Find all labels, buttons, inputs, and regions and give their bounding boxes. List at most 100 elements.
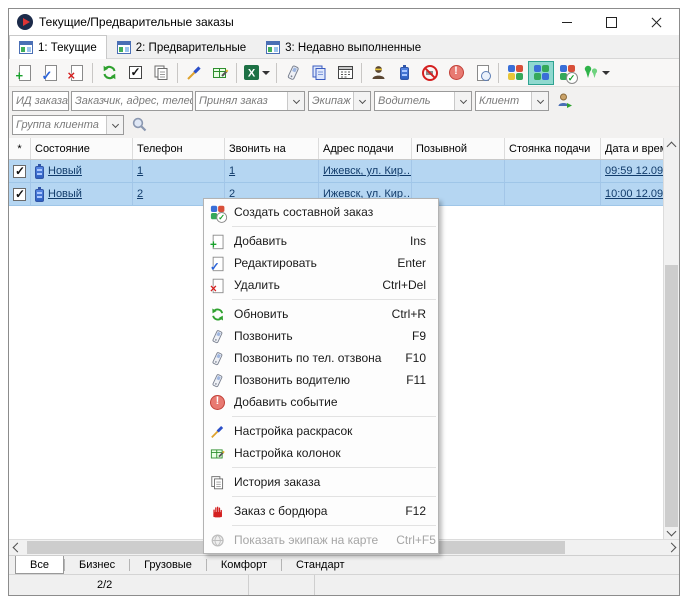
composite-order-button[interactable] [554,61,580,85]
scroll-up-button[interactable] [664,138,679,154]
colorize-settings-button[interactable] [181,61,207,85]
col-header-call-to[interactable]: Звонить на [225,138,319,159]
combo-dropdown-button[interactable] [106,116,123,134]
col-header-address[interactable]: Адрес подачи [319,138,412,159]
col-header-state[interactable]: Состояние [31,138,133,159]
add-client-button[interactable] [553,91,575,111]
refresh-button[interactable] [96,61,122,85]
menu-item-composite-order[interactable]: Создать составной заказ [204,201,438,223]
menu-item-curb-order[interactable]: Заказ с бордюра F12 [204,500,438,522]
datetime-link[interactable]: 10:00 12.09.2 [605,188,663,200]
col-header-stand[interactable]: Стоянка подачи [505,138,601,159]
export-excel-button[interactable]: X [240,61,273,85]
menu-item-label: Обновить [234,307,374,321]
chevron-left-icon [12,543,22,553]
menu-item-order-history[interactable]: История заказа [204,471,438,493]
vertical-scroll-thumb[interactable] [665,265,678,527]
client-combo[interactable]: Клиент [475,91,549,111]
copy-order-button[interactable] [148,61,174,85]
phone-link[interactable]: 1 [137,165,143,177]
row-checkbox[interactable] [13,188,26,201]
select-all-button[interactable] [122,61,148,85]
datetime-link[interactable]: 09:59 12.09.2 [605,165,663,177]
menu-item-delete[interactable]: × Удалить Ctrl+Del [204,274,438,296]
col-header-callsign[interactable]: Позывной [412,138,505,159]
crew-combo[interactable]: Экипаж [308,91,371,111]
category-tab-comfort[interactable]: Комфорт [207,556,281,574]
table-settings-icon [210,445,234,462]
menu-item-call-driver[interactable]: Позвонить водителю F11 [204,369,438,391]
menu-item-add[interactable]: + Добавить Ins [204,230,438,252]
menu-item-call[interactable]: Позвонить F9 [204,325,438,347]
chevron-down-icon [292,97,299,104]
forbid-call-button[interactable] [417,61,443,85]
col-header-select[interactable]: * [9,138,31,159]
state-link[interactable]: Новый [48,165,82,177]
delete-order-button[interactable]: × [63,61,89,85]
table-row[interactable]: Новый 1 1 Ижевск, ул. Кир… 09:59 12.09.2 [9,160,663,183]
phone-battery-button[interactable] [391,61,417,85]
combo-dropdown-button[interactable] [353,92,370,110]
category-tab-cargo[interactable]: Грузовые [130,556,206,574]
tab-current[interactable]: 1: Текущие [9,35,107,59]
scroll-right-button[interactable] [663,540,679,555]
operator-combo[interactable]: Принял заказ [195,91,305,111]
category-tab-standard[interactable]: Стандарт [282,556,359,574]
combo-dropdown-button[interactable] [287,92,304,110]
search-button[interactable] [128,115,150,135]
table-settings-icon [212,64,229,81]
map-pins-icon [583,64,600,81]
scroll-left-button[interactable] [9,540,25,555]
address-link[interactable]: Ижевск, ул. Кир… [323,165,412,177]
tab-recent[interactable]: 3: Недавно выполненные [256,36,431,58]
menu-item-colorize-settings[interactable]: Настройка раскрасок [204,420,438,442]
vertical-scroll-track[interactable] [664,154,679,523]
add-event-button[interactable] [443,61,469,85]
dropdown-caret-icon [602,71,610,75]
driver-button[interactable] [365,61,391,85]
chevron-down-icon [667,526,677,536]
copy-phone-button[interactable] [306,61,332,85]
datetime-cell: 09:59 12.09.2 [601,160,663,182]
calendar-button[interactable] [332,61,358,85]
combo-dropdown-button[interactable] [531,92,548,110]
order-log-button[interactable] [469,61,495,85]
client-group-combo[interactable]: Группа клиента [12,115,124,135]
toolbar-separator [361,63,362,83]
edit-order-button[interactable]: ✓ [37,61,63,85]
maximize-button[interactable] [589,9,634,35]
order-count: 2/2 [97,579,112,591]
table-header-row: * Состояние Телефон Звонить на Адрес под… [9,138,663,160]
columns-settings-button[interactable] [207,61,233,85]
map-points-button[interactable] [580,61,613,85]
minimize-button[interactable] [544,9,589,35]
category-tab-all[interactable]: Все [15,556,64,574]
crews-online-button[interactable] [528,61,554,85]
menu-item-edit[interactable]: ✓ Редактировать Enter [204,252,438,274]
combo-dropdown-button[interactable] [454,92,471,110]
add-order-button[interactable]: + [11,61,37,85]
phone-icon [285,64,302,81]
phone-link[interactable]: 2 [137,188,143,200]
driver-combo[interactable]: Водитель [374,91,472,111]
customer-search-input[interactable]: Заказчик, адрес, телеф [71,91,193,111]
call-client-button[interactable] [280,61,306,85]
vertical-scrollbar[interactable] [663,138,679,539]
category-tab-business[interactable]: Бизнес [65,556,129,574]
state-link[interactable]: Новый [48,188,82,200]
svg-text:X: X [248,68,256,80]
call-to-link[interactable]: 1 [229,165,235,177]
calendar-icon [337,64,354,81]
menu-item-add-event[interactable]: Добавить событие [204,391,438,413]
tab-preliminary[interactable]: 2: Предварительные [107,36,256,58]
menu-item-columns-settings[interactable]: Настройка колонок [204,442,438,464]
row-checkbox[interactable] [13,165,26,178]
menu-item-refresh[interactable]: Обновить Ctrl+R [204,303,438,325]
order-id-input[interactable]: ИД заказа [12,91,69,111]
col-header-datetime[interactable]: Дата и время [601,138,663,159]
close-button[interactable] [634,9,679,35]
phone-icon [210,350,234,367]
col-header-phone[interactable]: Телефон [133,138,225,159]
crews-button[interactable] [502,61,528,85]
menu-item-call-back[interactable]: Позвонить по тел. отзвона F10 [204,347,438,369]
